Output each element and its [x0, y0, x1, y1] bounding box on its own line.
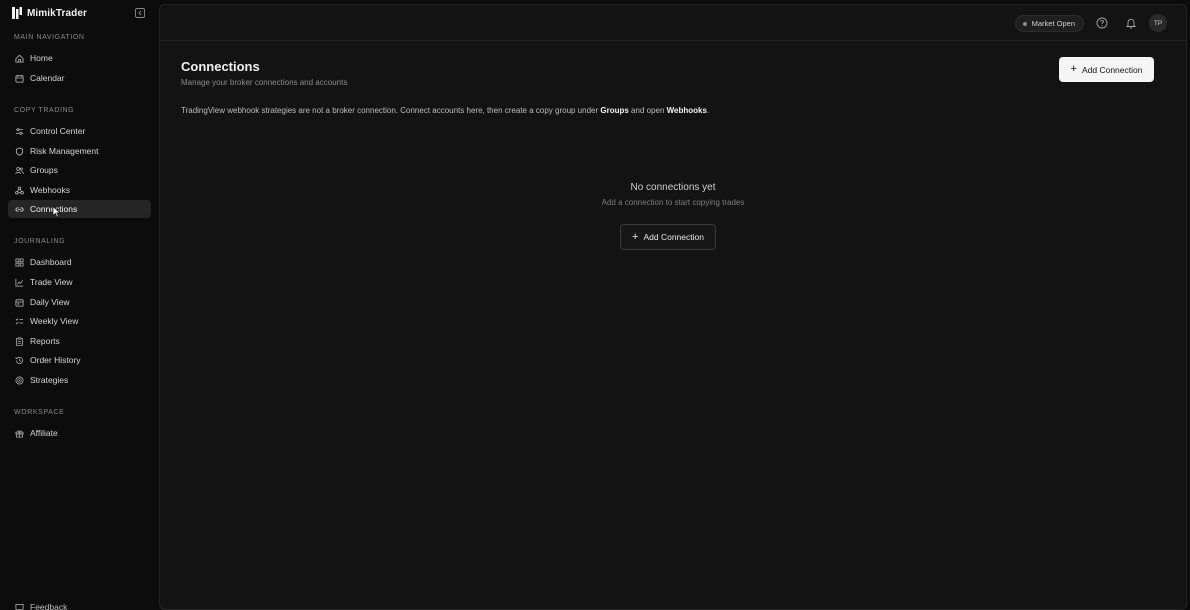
section-label-copy-trading: COPY TRADING	[14, 107, 75, 114]
webhooks-link[interactable]: Webhooks	[667, 106, 707, 115]
shield-icon	[15, 146, 24, 156]
bell-icon[interactable]	[1125, 17, 1137, 29]
link-icon	[15, 206, 24, 212]
sidebar-item-groups[interactable]: Groups	[8, 161, 151, 179]
empty-state-add-connection-button[interactable]: + Add Connection	[620, 224, 716, 250]
sidebar-item-label: Home	[30, 53, 53, 63]
sidebar-item-label: Control Center	[30, 126, 86, 136]
section-label-journaling: JOURNALING	[14, 238, 66, 245]
sidebar-item-calendar[interactable]: Calendar	[8, 69, 151, 87]
calendar-day-icon	[15, 298, 24, 307]
sidebar-item-label: Weekly View	[30, 316, 79, 326]
gift-icon	[15, 429, 24, 437]
feedback-icon	[15, 603, 24, 610]
sidebar-item-label: Groups	[30, 165, 58, 175]
empty-state-button-label: Add Connection	[643, 232, 704, 242]
sidebar-item-reports[interactable]: Reports	[8, 332, 151, 350]
sidebar-item-label: Trade View	[30, 277, 73, 287]
brand[interactable]: MimikTrader	[11, 5, 87, 21]
empty-state-subtitle: Add a connection to start copying trades	[601, 198, 745, 207]
sidebar-item-label: Dashboard	[30, 257, 72, 267]
notice-text-before: TradingView webhook strategies are not a…	[181, 106, 601, 115]
groups-link[interactable]: Groups	[600, 106, 628, 115]
page-title: Connections	[181, 59, 260, 74]
sidebar-item-control-center[interactable]: Control Center	[8, 122, 151, 140]
notice-text-after: .	[706, 106, 710, 115]
webhook-icon	[15, 186, 24, 194]
sidebar-item-label: Calendar	[30, 73, 65, 83]
sidebar-item-daily-view[interactable]: Daily View	[8, 293, 151, 311]
sidebar-item-affiliate[interactable]: Affiliate	[8, 424, 151, 442]
help-icon[interactable]	[1096, 17, 1108, 29]
sidebar-collapse-icon[interactable]	[135, 8, 145, 18]
sidebar-item-order-history[interactable]: Order History	[8, 351, 151, 369]
section-label-workspace: WORKSPACE	[14, 409, 65, 416]
sidebar-item-label: Feedback	[30, 602, 68, 610]
mouse-pointer-icon	[52, 206, 61, 218]
target-icon	[15, 376, 24, 384]
sidebar-item-label: Order History	[30, 355, 81, 365]
sidebar-item-home[interactable]: Home	[8, 49, 151, 67]
chart-icon	[15, 278, 24, 286]
sidebar-item-risk-management[interactable]: Risk Management	[8, 142, 151, 160]
calendar-icon	[15, 74, 24, 83]
webhook-notice: TradingView webhook strategies are not a…	[181, 106, 709, 115]
empty-state-title: No connections yet	[630, 182, 716, 193]
sidebar-item-webhooks[interactable]: Webhooks	[8, 181, 151, 199]
add-connection-button[interactable]: + Add Connection	[1059, 57, 1154, 82]
sidebar-item-label: Affiliate	[30, 428, 58, 438]
top-bar: Market Open TP	[160, 5, 1186, 41]
sidebar-item-trade-view[interactable]: Trade View	[8, 273, 151, 291]
plus-icon: +	[1070, 63, 1077, 75]
history-icon	[15, 356, 23, 364]
clipboard-icon	[15, 336, 24, 346]
section-label-main-navigation: MAIN NAVIGATION	[14, 34, 85, 41]
plus-icon: +	[632, 230, 639, 243]
sidebar-item-connections[interactable]: Connections	[8, 200, 151, 218]
market-status-badge[interactable]: Market Open	[1014, 15, 1084, 32]
sidebar-item-weekly-view[interactable]: Weekly View	[8, 312, 151, 330]
dashboard-icon	[15, 258, 24, 266]
add-connection-label: Add Connection	[1081, 64, 1143, 75]
status-dot	[1022, 21, 1027, 26]
sidebar-item-feedback[interactable]: Feedback	[15, 602, 67, 610]
sidebar-item-label: Webhooks	[30, 185, 71, 195]
avatar[interactable]: TP	[1149, 14, 1167, 32]
home-icon	[15, 54, 24, 63]
notice-text-middle: and open	[628, 106, 667, 115]
stack-logo-icon	[12, 7, 22, 19]
sidebar-item-dashboard[interactable]: Dashboard	[8, 253, 151, 271]
main-panel: Market Open TP Connections Manage your b…	[159, 4, 1187, 610]
sidebar-item-label: Strategies	[30, 375, 69, 385]
sidebar-item-label: Daily View	[30, 297, 70, 307]
page-subtitle: Manage your broker connections and accou…	[181, 78, 348, 87]
users-icon	[15, 166, 24, 174]
sliders-icon	[15, 127, 24, 135]
sidebar-item-strategies[interactable]: Strategies	[8, 371, 151, 389]
market-status-text: Market Open	[1031, 19, 1075, 28]
sidebar-item-label: Risk Management	[30, 146, 99, 156]
sidebar: MimikTrader MAIN NAVIGATION Home Calenda…	[0, 0, 158, 610]
list-check-icon	[15, 317, 24, 324]
brand-name: MimikTrader	[27, 7, 88, 19]
sidebar-item-label: Reports	[30, 336, 60, 346]
